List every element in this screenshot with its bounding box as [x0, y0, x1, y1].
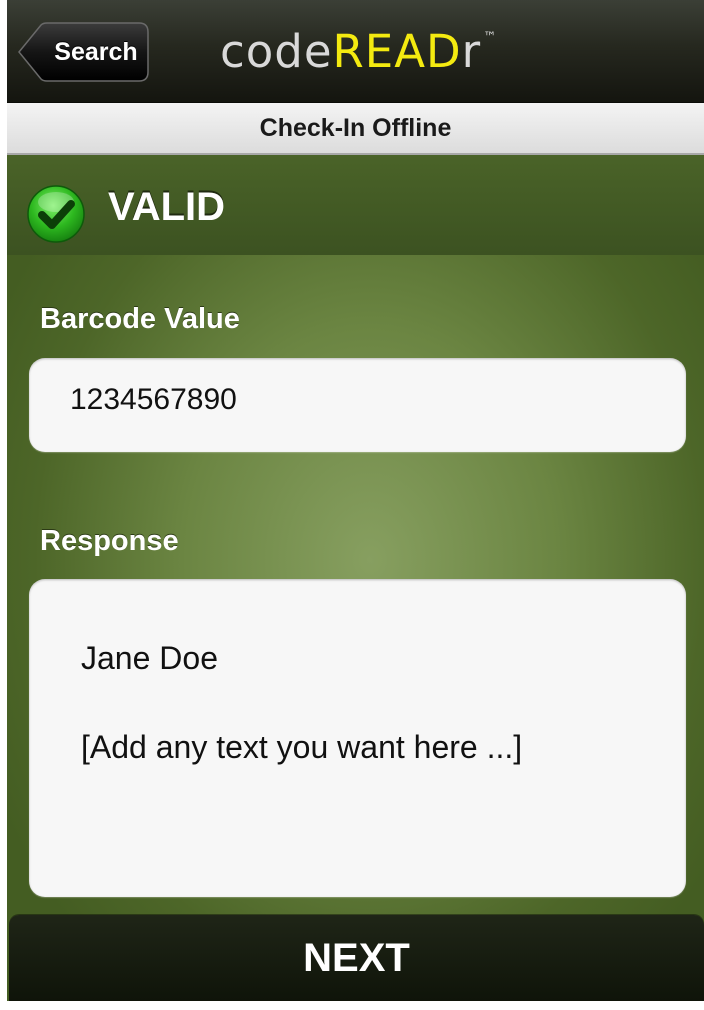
check-circle-icon — [26, 184, 86, 244]
barcode-value-text: 1234567890 — [70, 383, 237, 416]
logo-trademark: ™ — [483, 30, 498, 45]
nav-bar: Search codeREADr ™ — [7, 0, 704, 103]
logo-text-code: code — [220, 25, 333, 78]
status-text: VALID — [108, 185, 226, 229]
barcode-label: Barcode Value — [40, 303, 240, 335]
app-screen: Search codeREADr ™ Check-In Offline VALI… — [0, 0, 704, 1010]
back-button-label: Search — [54, 38, 138, 66]
response-name-text: Jane Doe — [81, 640, 218, 676]
response-note-text: [Add any text you want here ...] — [81, 729, 523, 765]
left-edge — [0, 0, 7, 1010]
subheader-bar: Check-In Offline — [7, 103, 704, 155]
search-back-button[interactable]: Search — [17, 22, 149, 82]
app-logo: codeREADr ™ — [220, 22, 497, 82]
page-title: Check-In Offline — [259, 114, 452, 142]
logo-text-r: r — [461, 25, 482, 78]
response-field[interactable]: Jane Doe [Add any text you want here ...… — [29, 579, 686, 897]
logo-text-read: READ — [332, 25, 462, 78]
next-button-label: NEXT — [303, 936, 410, 980]
next-button[interactable]: NEXT — [9, 915, 704, 1001]
scan-status-bar: VALID — [7, 155, 704, 255]
barcode-value-field[interactable]: 1234567890 — [29, 358, 686, 452]
bottom-edge — [0, 1001, 704, 1010]
response-label: Response — [40, 525, 179, 557]
